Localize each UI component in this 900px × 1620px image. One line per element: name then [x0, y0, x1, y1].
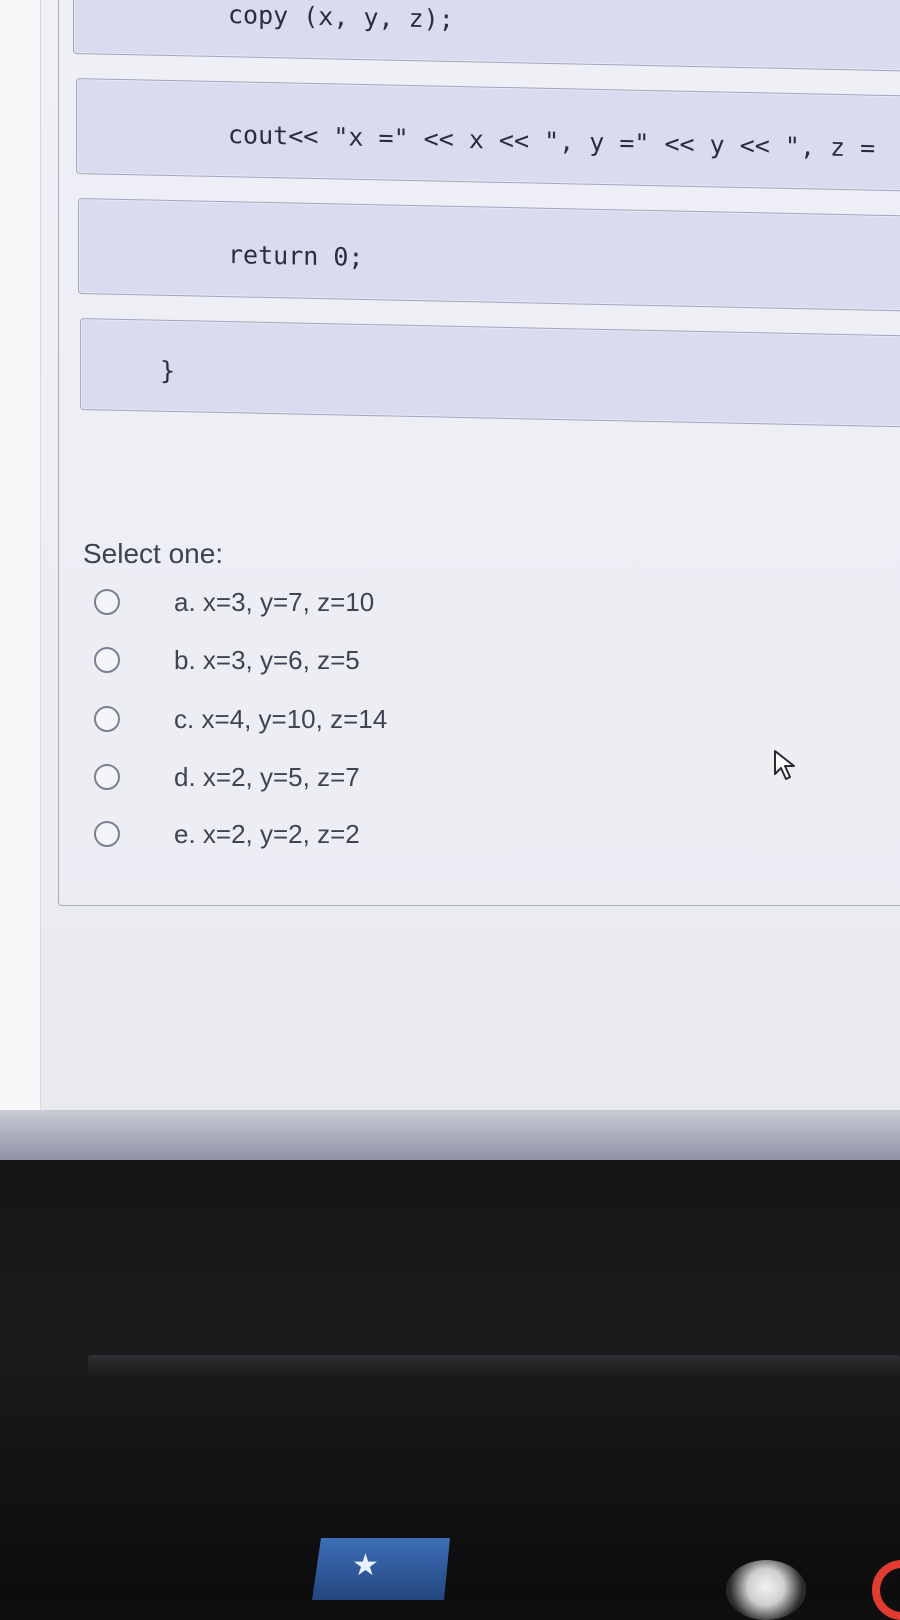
laptop-hinge	[88, 1355, 900, 1377]
mouse-pointer-icon	[774, 750, 795, 780]
answer-option-d[interactable]: d. x=2, y=5, z=7	[94, 755, 614, 799]
answer-option-e[interactable]: e. x=2, y=2, z=2	[94, 812, 614, 856]
code-line-text: }	[160, 356, 176, 386]
option-label: c. x=4, y=10, z=14	[174, 703, 388, 734]
radio-button[interactable]	[94, 764, 120, 790]
code-line-text: copy (x, y, z);	[228, 0, 454, 34]
star-icon[interactable]: ★	[312, 1538, 450, 1600]
app-icon[interactable]	[726, 1560, 806, 1620]
answer-option-c[interactable]: c. x=4, y=10, z=14	[94, 697, 614, 741]
browser-screen: copy (x, y, z); cout<< "x =" << x << ", …	[0, 0, 900, 1160]
answer-option-b[interactable]: b. x=3, y=6, z=5	[94, 638, 614, 682]
radio-button[interactable]	[94, 821, 120, 847]
option-label: b. x=3, y=6, z=5	[174, 644, 360, 675]
code-block-return[interactable]	[78, 198, 900, 313]
option-label: a. x=3, y=7, z=10	[174, 586, 375, 617]
select-one-label: Select one:	[83, 538, 224, 569]
star-glyph: ★	[352, 1549, 379, 1582]
option-label: e. x=2, y=2, z=2	[174, 818, 360, 849]
page-left-gutter	[0, 0, 41, 1110]
radio-button[interactable]	[94, 647, 120, 673]
laptop-bezel	[0, 1160, 900, 1600]
answer-option-a[interactable]: a. x=3, y=7, z=10	[94, 580, 614, 624]
code-line-text: return 0;	[228, 240, 364, 272]
radio-button[interactable]	[94, 589, 120, 615]
radio-button[interactable]	[94, 706, 120, 732]
option-label: d. x=2, y=5, z=7	[174, 761, 360, 792]
code-block-closing-brace[interactable]	[80, 318, 900, 429]
